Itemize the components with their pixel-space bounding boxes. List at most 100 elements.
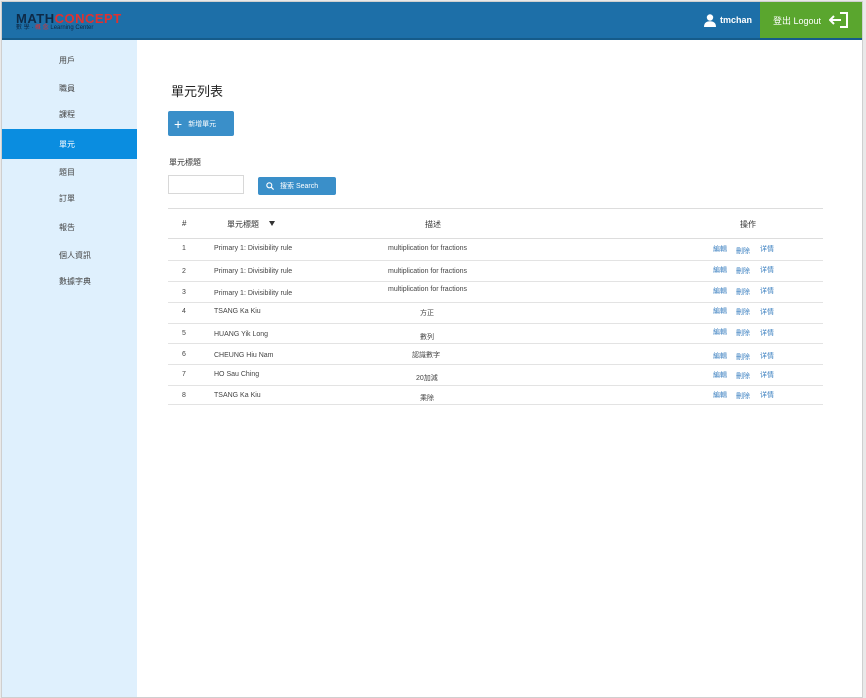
column-header-unit-title-sortable[interactable]: 單元標題 (227, 219, 275, 230)
sidebar-item-courses[interactable]: 課程 (2, 100, 137, 128)
detail-link[interactable]: 详情 (760, 286, 774, 296)
table-row: 3 Primary 1: Divisibility rule multiplic… (168, 282, 823, 303)
unit-title-search-input[interactable] (168, 175, 244, 194)
delete-link[interactable]: 刪除 (736, 371, 750, 381)
row-number: 7 (182, 371, 186, 378)
detail-link[interactable]: 详情 (760, 244, 774, 254)
detail-link[interactable]: 详情 (760, 370, 774, 380)
edit-link[interactable]: 編輯 (713, 351, 727, 361)
detail-link[interactable]: 详情 (760, 351, 774, 361)
sidebar-item-questions[interactable]: 題目 (2, 158, 137, 186)
row-unit-title: HUANG Yik Long (214, 331, 269, 338)
sidebar-item-reports[interactable]: 報告 (2, 213, 137, 241)
edit-link[interactable]: 編輯 (713, 306, 727, 316)
sidebar-item-staff[interactable]: 職員 (2, 74, 137, 102)
sidebar-item-label: 數據字典 (59, 276, 91, 286)
row-description: 認識數字 (412, 352, 440, 359)
search-icon (266, 182, 274, 190)
sidebar-item-label: 課程 (59, 109, 75, 119)
current-user[interactable]: tmchan (703, 2, 752, 38)
delete-link[interactable]: 刪除 (736, 246, 750, 256)
row-unit-title: Primary 1: Divisibility rule (214, 290, 293, 297)
row-description: multiplication for fractions (388, 268, 467, 275)
sidebar-item-label: 題目 (59, 167, 75, 177)
delete-link[interactable]: 刪除 (736, 328, 750, 338)
row-unit-title: TSANG Ka Kiu (214, 308, 261, 315)
edit-link[interactable]: 編輯 (713, 286, 727, 296)
logo-text-math: MATH (16, 11, 55, 26)
delete-link[interactable]: 刪除 (736, 287, 750, 297)
detail-link[interactable]: 详情 (760, 307, 774, 317)
table-header: # 單元標題 描述 操作 (168, 208, 823, 239)
unit-title-filter-label: 單元標題 (169, 158, 201, 167)
sidebar-item-label: 職員 (59, 83, 75, 93)
username: tmchan (719, 15, 752, 25)
edit-link[interactable]: 編輯 (713, 370, 727, 380)
row-number: 1 (182, 245, 186, 252)
sidebar-item-label: 個人資訊 (59, 250, 91, 260)
sidebar-item-label: 報告 (59, 222, 75, 232)
row-number: 6 (182, 351, 186, 358)
sidebar-item-label: 用戶 (59, 55, 75, 65)
logout-icon (829, 12, 849, 28)
add-unit-label: 新增單元 (188, 120, 217, 128)
add-unit-button[interactable]: + 新增單元 (168, 111, 234, 136)
row-description: 數列 (420, 334, 434, 341)
row-unit-title: TSANG Ka Kiu (214, 392, 261, 399)
edit-link[interactable]: 編輯 (713, 327, 727, 337)
row-number: 5 (182, 330, 186, 337)
column-header-actions: 操作 (740, 220, 756, 229)
sidebar-nav: 用戶 職員 課程 單元 題目 訂單 報告 個人資訊 數據字典 (2, 40, 137, 697)
delete-link[interactable]: 刪除 (736, 266, 750, 276)
row-description: 方正 (420, 310, 434, 317)
math-concept-logo[interactable]: MATHCONCEPT 數 學 · 概 念 Learning Center (16, 12, 122, 32)
row-unit-title: HO Sau Ching (214, 371, 260, 378)
logo-subtitle-b: 概 念 (35, 25, 49, 31)
delete-link[interactable]: 刪除 (736, 391, 750, 401)
logout-label: 登出 Logout (772, 15, 822, 26)
logo-subtitle-c: Learning Center (50, 25, 94, 31)
column-header-unit-title: 單元標題 (227, 220, 259, 229)
row-description: multiplication for fractions (388, 286, 467, 293)
sort-down-icon[interactable] (269, 221, 275, 227)
table-row: 1 Primary 1: Divisibility rule multiplic… (168, 238, 823, 261)
logo-text-concept: CONCEPT (54, 11, 122, 26)
sidebar-item-data-dictionary[interactable]: 數據字典 (2, 267, 137, 295)
sidebar-item-label: 單元 (59, 139, 75, 149)
table-row: 2 Primary 1: Divisibility rule multiplic… (168, 261, 823, 282)
sidebar-item-units[interactable]: 單元 (2, 129, 137, 159)
plus-icon: + (174, 115, 183, 132)
row-unit-title: Primary 1: Divisibility rule (214, 268, 293, 275)
edit-link[interactable]: 編輯 (713, 265, 727, 275)
row-description: 20加減 (416, 375, 438, 382)
column-header-description: 描述 (425, 220, 441, 229)
sidebar-item-users[interactable]: 用戶 (2, 46, 137, 74)
detail-link[interactable]: 详情 (760, 265, 774, 275)
delete-link[interactable]: 刪除 (736, 352, 750, 362)
detail-link[interactable]: 详情 (760, 390, 774, 400)
edit-link[interactable]: 編輯 (713, 244, 727, 254)
logo-subtitle-a: 數 學 · (16, 25, 34, 31)
sidebar-item-orders[interactable]: 訂單 (2, 184, 137, 212)
table-row: 7 HO Sau Ching 20加減 編輯 刪除 详情 (168, 365, 823, 386)
main-content: 單元列表 + 新增單元 單元標題 搜索 Search # 單元標題 描述 操作 (137, 40, 862, 697)
row-unit-title: Primary 1: Divisibility rule (214, 245, 293, 252)
column-header-number: # (182, 219, 187, 228)
sidebar-item-profile[interactable]: 個人資訊 (2, 241, 137, 269)
table-row: 5 HUANG Yik Long 數列 編輯 刪除 详情 (168, 324, 823, 344)
row-number: 2 (182, 268, 186, 275)
table-row: 6 CHEUNG Hiu Nam 認識數字 編輯 刪除 详情 (168, 344, 823, 365)
row-number: 3 (182, 289, 186, 296)
table-row: 4 TSANG Ka Kiu 方正 編輯 刪除 详情 (168, 303, 823, 324)
logout-button[interactable]: 登出 Logout (760, 2, 862, 38)
edit-link[interactable]: 編輯 (713, 390, 727, 400)
table-row: 8 TSANG Ka Kiu 乘除 編輯 刪除 详情 (168, 386, 823, 405)
top-header: MATHCONCEPT 數 學 · 概 念 Learning Center tm… (2, 2, 862, 40)
search-button-label: 搜索 Search (280, 183, 319, 190)
search-button[interactable]: 搜索 Search (258, 177, 336, 195)
delete-link[interactable]: 刪除 (736, 307, 750, 317)
sidebar-item-label: 訂單 (59, 193, 75, 203)
detail-link[interactable]: 详情 (760, 328, 774, 338)
row-description: 乘除 (420, 395, 434, 402)
row-number: 8 (182, 392, 186, 399)
